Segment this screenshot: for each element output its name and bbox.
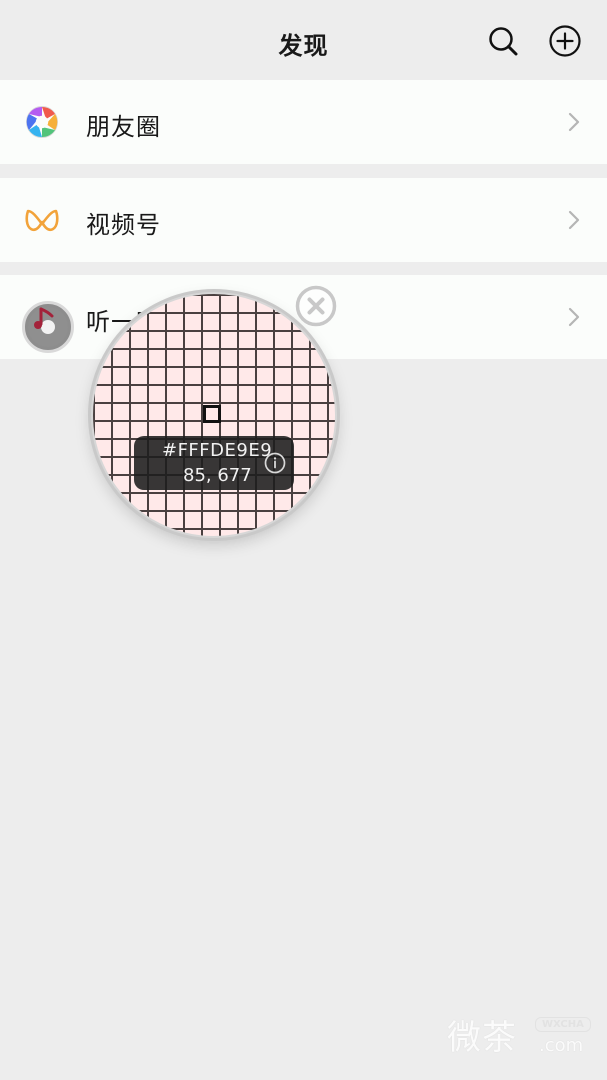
close-icon[interactable] (295, 285, 337, 327)
watermark-domain: .com (539, 1035, 584, 1056)
moments-icon (24, 104, 60, 140)
sample-pixel-frame (203, 405, 221, 423)
watermark: 微茶 WXCHA .com (447, 1010, 592, 1062)
music-disc-icon (22, 301, 74, 353)
color-picker-magnifier[interactable]: #FFFDE9E9 85, 677 (91, 292, 337, 538)
moments-row[interactable]: 朋友圈 (0, 80, 607, 164)
search-icon[interactable] (486, 24, 520, 58)
top-bar: 发现 (0, 0, 607, 80)
channels-row[interactable]: 视频号 (0, 178, 607, 262)
add-icon[interactable] (548, 24, 582, 58)
watermark-badge: WXCHA (535, 1017, 591, 1032)
chevron-right-icon (566, 305, 582, 329)
chevron-right-icon (566, 110, 582, 134)
info-icon[interactable] (264, 452, 286, 474)
channels-icon (24, 202, 60, 238)
channels-label: 视频号 (86, 211, 161, 239)
color-hex-value: #FFFDE9E9 (162, 440, 273, 461)
pixel-coordinates: 85, 677 (183, 465, 252, 486)
watermark-main-text: 微茶 (447, 1018, 517, 1058)
chevron-right-icon (566, 208, 582, 232)
moments-label: 朋友圈 (86, 113, 161, 141)
color-readout: #FFFDE9E9 85, 677 (134, 436, 294, 490)
